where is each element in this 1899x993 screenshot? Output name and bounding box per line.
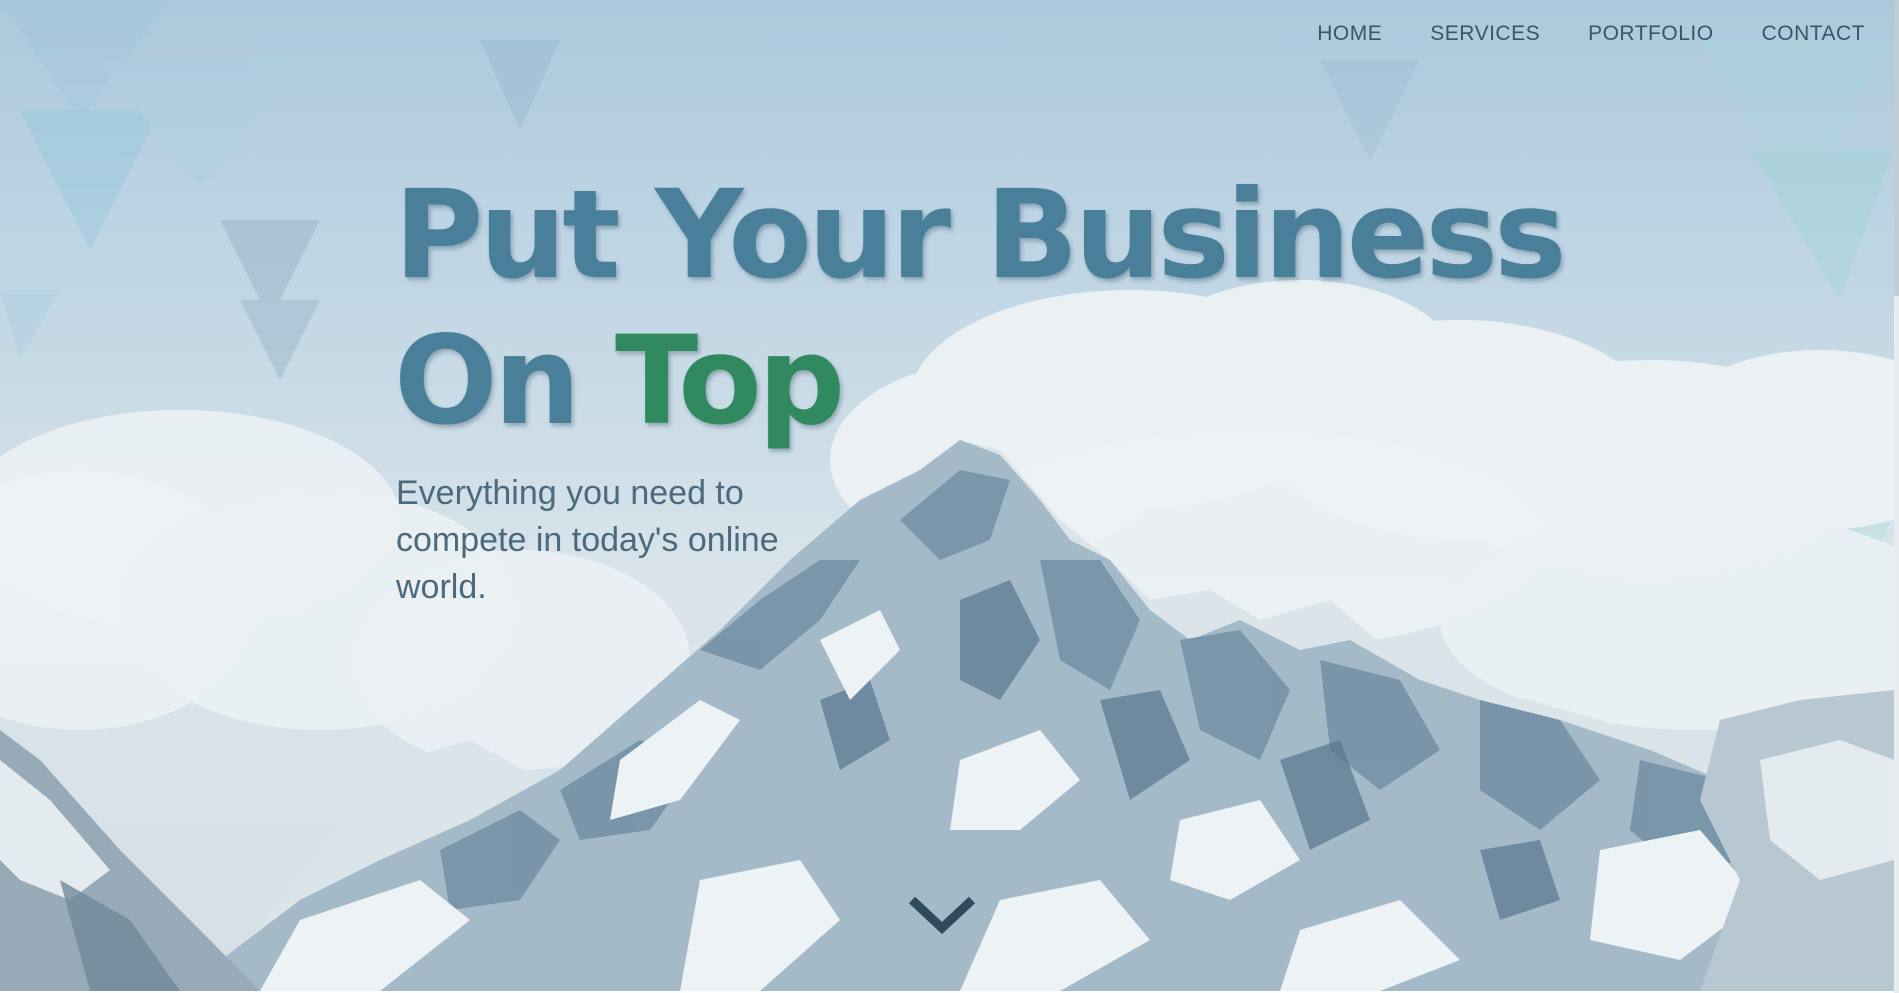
main-nav: HOME SERVICES PORTFOLIO CONTACT xyxy=(1317,22,1865,46)
nav-home-link[interactable]: HOME xyxy=(1317,22,1382,46)
scroll-down-button[interactable] xyxy=(902,888,982,938)
hero-headline: Put Your Business On Top xyxy=(394,162,1567,454)
headline-line-2-prefix: On xyxy=(394,310,616,452)
page-scrollbar[interactable] xyxy=(1894,0,1899,993)
chevron-down-icon xyxy=(908,896,976,935)
nav-contact-link[interactable]: CONTACT xyxy=(1762,22,1865,46)
hero-tagline: Everything you need to compete in today'… xyxy=(396,474,779,606)
headline-accent-word: Top xyxy=(615,310,845,452)
headline-line-1: Put Your Business xyxy=(394,164,1567,306)
nav-portfolio-link[interactable]: PORTFOLIO xyxy=(1588,22,1713,46)
headline-line-2: On Top xyxy=(394,308,1563,454)
scrollbar-thumb[interactable] xyxy=(1894,0,1899,296)
hero-section: HOME SERVICES PORTFOLIO CONTACT Put Your… xyxy=(0,0,1894,991)
hero-background-image xyxy=(0,0,1894,991)
nav-services-link[interactable]: SERVICES xyxy=(1430,22,1540,46)
